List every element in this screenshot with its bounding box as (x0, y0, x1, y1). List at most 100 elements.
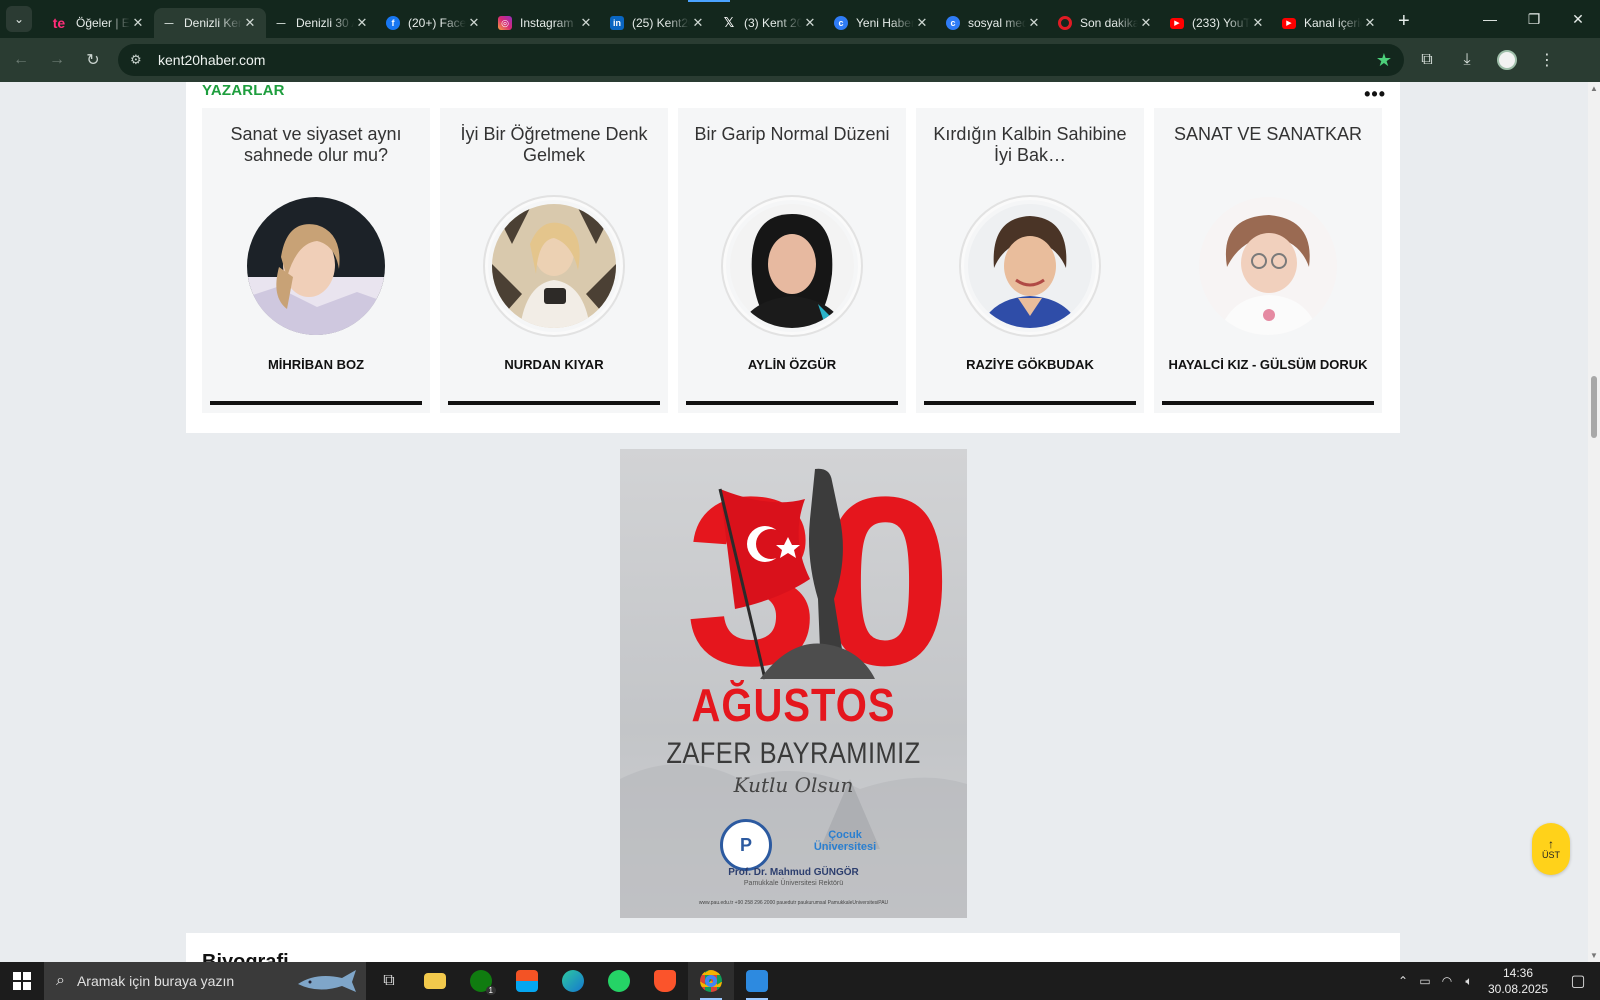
chevron-down-icon: ⌄ (13, 12, 25, 26)
instagram-icon: ◎ (498, 16, 512, 30)
close-icon[interactable]: ✕ (130, 15, 146, 31)
restore-icon[interactable]: ❐ (1512, 0, 1556, 38)
profile-button[interactable] (1490, 44, 1524, 76)
arrow-right-icon: → (49, 51, 65, 68)
close-icon[interactable]: ✕ (914, 15, 930, 31)
download-icon[interactable]: ⤓ (1450, 44, 1484, 76)
browser-tab-active[interactable]: — Denizli Kent ✕ (154, 8, 266, 38)
notification-icon[interactable]: ▢ (1556, 971, 1600, 991)
banner-footer: www.pau.edu.tr +90 258 296 2000 pauedutr… (698, 900, 889, 906)
browser-tab[interactable]: Son dakika ✕ (1050, 8, 1162, 38)
writer-card[interactable]: Kırdığın Kalbin Sahibine İyi Bak… RAZİYE… (916, 108, 1144, 413)
article-title[interactable]: Kırdığın Kalbin Sahibine İyi Bak… (928, 124, 1132, 168)
close-icon[interactable]: ✕ (466, 15, 482, 31)
author-name[interactable]: HAYALCİ KIZ - GÜLSÜM DORUK (1164, 354, 1372, 375)
author-name[interactable]: NURDAN KIYAR (450, 354, 658, 375)
chrome-button[interactable] (688, 962, 734, 1000)
youtube-icon: ▶ (1282, 17, 1296, 29)
browser-tab[interactable]: c sosyal medya ✕ (938, 8, 1050, 38)
new-tab-button[interactable]: + (1398, 10, 1410, 33)
tab-title: (20+) Faceb (408, 16, 466, 30)
reload-button[interactable]: ↻ (78, 45, 108, 75)
chevron-up-icon[interactable]: ⌃ (1392, 974, 1414, 988)
close-icon[interactable]: ✕ (578, 15, 594, 31)
start-button[interactable] (0, 962, 44, 1000)
minimize-icon[interactable]: — (1468, 0, 1512, 38)
article-title[interactable]: SANAT VE SANATKAR (1166, 124, 1370, 168)
tab-title: (25) Kent20 (632, 16, 690, 30)
browser-tab[interactable]: — Denizli 30 A ✕ (266, 8, 378, 38)
file-explorer-button[interactable] (412, 962, 458, 1000)
article-title[interactable]: Sanat ve siyaset aynı sahnede olur mu? (214, 124, 418, 168)
browser-tab[interactable]: te Öğeler | Ent ✕ (42, 8, 154, 38)
scrollbar-thumb[interactable] (1591, 376, 1597, 438)
tab-loading-indicator (688, 0, 730, 2)
bookmark-star-icon[interactable]: ★ (1376, 50, 1392, 71)
close-icon[interactable]: ✕ (690, 15, 706, 31)
tab-search-button[interactable]: ⌄ (6, 6, 32, 32)
forward-button[interactable]: → (42, 45, 72, 75)
browser-tab[interactable]: ▶ Kanal içeriği ✕ (1274, 8, 1386, 38)
author-photo[interactable] (968, 204, 1092, 328)
writer-card[interactable]: SANAT VE SANATKAR HAYALCİ KIZ - GÜLSÜM D… (1154, 108, 1382, 413)
edge-button[interactable] (550, 962, 596, 1000)
author-photo[interactable] (730, 204, 854, 328)
author-photo-frame (483, 195, 625, 337)
close-window-icon[interactable]: ✕ (1556, 0, 1600, 38)
author-photo[interactable] (247, 197, 385, 335)
close-icon[interactable]: ✕ (242, 15, 258, 31)
writer-card[interactable]: Sanat ve siyaset aynı sahnede olur mu? M… (202, 108, 430, 413)
url-text[interactable]: kent20haber.com (158, 52, 1376, 68)
browser-tab[interactable]: c Yeni Haber ✕ (826, 8, 938, 38)
writer-card[interactable]: İyi Bir Öğretmene Denk Gelmek NURDAN KIY… (440, 108, 668, 413)
page-scrollbar[interactable]: ▲ ▼ (1588, 82, 1600, 962)
browser-tab[interactable]: ◎ Instagram ✕ (490, 8, 602, 38)
photos-button[interactable] (734, 962, 780, 1000)
clock-time: 14:36 (1502, 966, 1534, 980)
banner-signer-title: Pamukkale Üniversitesi Rektörü (743, 880, 844, 887)
victory-day-banner[interactable]: 30 AĞUSTOS ZAFER BAYRAMIMIZ Kutlu Olsun … (620, 449, 967, 918)
browser-tab[interactable]: 𝕏 (3) Kent 20 ✕ (714, 8, 826, 38)
close-icon[interactable]: ✕ (1138, 15, 1154, 31)
article-title[interactable]: İyi Bir Öğretmene Denk Gelmek (452, 124, 656, 168)
card-underline (448, 401, 660, 405)
store-button[interactable] (504, 962, 550, 1000)
author-name[interactable]: MİHRİBAN BOZ (212, 354, 420, 375)
clock[interactable]: 14:36 30.08.2025 (1480, 965, 1556, 997)
volume-icon[interactable]: 🔈︎ (1458, 974, 1480, 989)
article-title[interactable]: Bir Garip Normal Düzeni (690, 124, 894, 168)
tab-title: Denizli 30 A (296, 16, 354, 30)
xbox-button[interactable]: 1 (458, 962, 504, 1000)
close-icon[interactable]: ✕ (802, 15, 818, 31)
te-icon: te (52, 15, 66, 31)
whatsapp-button[interactable] (596, 962, 642, 1000)
author-photo[interactable] (1199, 197, 1337, 335)
battery-icon[interactable]: ▭ (1414, 974, 1436, 988)
scroll-down-icon[interactable]: ▼ (1590, 951, 1598, 960)
wifi-icon[interactable]: ◠ (1436, 974, 1458, 988)
back-button[interactable]: ← (6, 45, 36, 75)
close-icon[interactable]: ✕ (1250, 15, 1266, 31)
author-photo[interactable] (492, 204, 616, 328)
writer-card[interactable]: Bir Garip Normal Düzeni AYLİN ÖZGÜR (678, 108, 906, 413)
author-name[interactable]: AYLİN ÖZGÜR (688, 354, 896, 375)
close-icon[interactable]: ✕ (354, 15, 370, 31)
scroll-to-top-button[interactable]: ↑ ÜST (1532, 823, 1570, 875)
browser-tab[interactable]: ▶ (233) YouTu ✕ (1162, 8, 1274, 38)
browser-menu-icon[interactable]: ⋮ (1530, 44, 1564, 76)
address-bar[interactable]: ⚙ kent20haber.com ★ (118, 44, 1404, 76)
close-icon[interactable]: ✕ (1026, 15, 1042, 31)
site-info-icon[interactable]: ⚙ (130, 52, 148, 68)
writers-section: YAZARLAR ••• Sanat ve siyaset aynı sahne… (186, 82, 1400, 433)
more-options-icon[interactable]: ••• (1364, 84, 1386, 105)
extensions-icon[interactable]: ⧉ (1410, 44, 1444, 76)
browser-tab[interactable]: f (20+) Faceb ✕ (378, 8, 490, 38)
close-icon[interactable]: ✕ (1362, 15, 1378, 31)
children-university-logo: Çocuk Üniversitesi (813, 829, 877, 853)
browser-tab[interactable]: in (25) Kent20 ✕ (602, 8, 714, 38)
author-name[interactable]: RAZİYE GÖKBUDAK (926, 354, 1134, 375)
task-view-button[interactable]: ⧉ (366, 962, 412, 1000)
brave-button[interactable] (642, 962, 688, 1000)
scroll-up-icon[interactable]: ▲ (1590, 84, 1598, 93)
taskbar-search[interactable]: ⌕ Aramak için buraya yazın (44, 962, 366, 1000)
